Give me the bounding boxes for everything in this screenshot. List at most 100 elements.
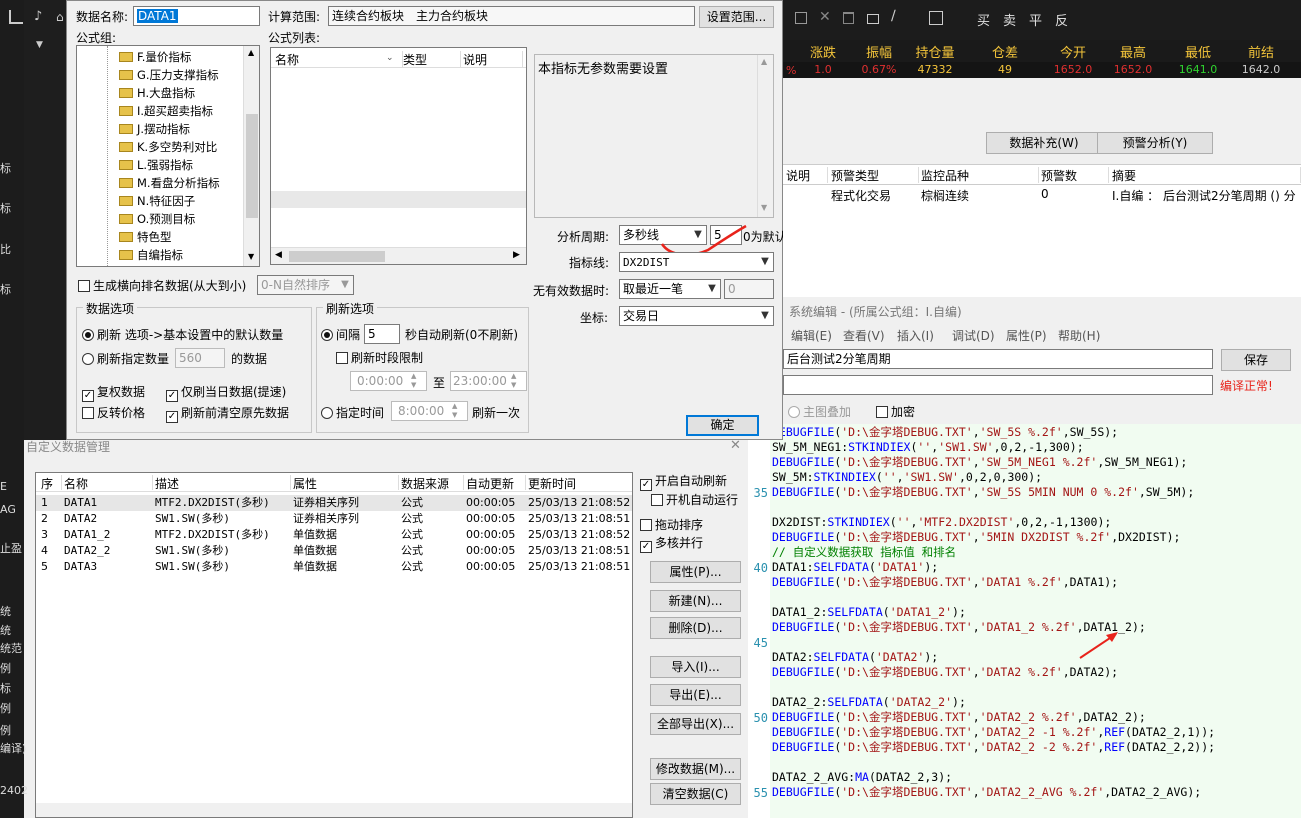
hscroll-thumb[interactable]: [289, 251, 385, 262]
bell-icon[interactable]: ♪: [34, 10, 48, 24]
radio-fixed-time[interactable]: 指定时间: [321, 404, 384, 421]
time-from-spinner-icon[interactable]: ▲ ▼: [411, 372, 416, 390]
data-table-header[interactable]: 数据来源: [399, 475, 464, 491]
radio-interval[interactable]: 间隔: [321, 326, 360, 343]
delete-button[interactable]: 删除(D)...: [650, 617, 741, 639]
tree-item[interactable]: 自编指标: [119, 246, 183, 264]
editor-menu-item[interactable]: 插入(I): [897, 327, 934, 344]
tree-scroll-thumb[interactable]: [246, 114, 258, 218]
quote-header-cell[interactable]: 最高: [1108, 42, 1158, 61]
code-line[interactable]: DEBUGFILE('D:\金字塔DEBUG.TXT','DATA2_2 %.2…: [772, 710, 1146, 725]
table-row[interactable]: 5 DATA3 SW1.SW(多秒) 单值数据 公式 00:00:05 25/03/13 2…: [36, 559, 632, 575]
quote-header-cell[interactable]: 今开: [1048, 42, 1098, 61]
quote-header-cell[interactable]: 涨跌: [798, 42, 848, 61]
radio-refresh-default[interactable]: 刷新 选项->基本设置中的默认数量: [82, 326, 283, 343]
code-line[interactable]: // 自定义数据获取 指标值 和排名: [772, 545, 956, 560]
tree-item[interactable]: F.量价指标: [119, 48, 191, 66]
close-x-icon[interactable]: ✕: [819, 9, 831, 25]
data-manager-close-icon[interactable]: ✕: [730, 438, 741, 453]
tree-scrollbar[interactable]: ▲ ▼: [243, 46, 259, 266]
param-scroll-up-icon[interactable]: ▲: [761, 57, 767, 66]
chart-icon[interactable]: [9, 10, 23, 24]
code-line[interactable]: DEBUGFILE('D:\金字塔DEBUG.TXT','5MIN DX2DIS…: [772, 530, 1180, 545]
restore-checkbox[interactable]: ✓ 复权数据: [82, 383, 145, 402]
code-line[interactable]: DEBUGFILE('D:\金字塔DEBUG.TXT','SW_5S %.2f'…: [772, 425, 1118, 440]
interval-input[interactable]: 5: [364, 324, 400, 344]
code-line[interactable]: DATA1:SELFDATA('DATA1');: [772, 560, 938, 575]
alert-header-cell[interactable]: 预警数: [1041, 167, 1109, 183]
auto-run-checkbox[interactable]: 开机自动运行: [651, 491, 738, 508]
code-line[interactable]: DATA2_2:SELFDATA('DATA2_2');: [772, 695, 966, 710]
pen-icon[interactable]: ∕: [891, 8, 896, 24]
new-button[interactable]: 新建(N)...: [650, 590, 741, 612]
formula-list-header[interactable]: 类型: [403, 51, 461, 67]
code-line[interactable]: DEBUGFILE('D:\金字塔DEBUG.TXT','DATA2_2 -1 …: [772, 725, 1215, 740]
data-table-header[interactable]: 自动更新: [464, 475, 526, 491]
toolbar-btn-reverse[interactable]: 反: [1055, 10, 1068, 29]
code-line[interactable]: DATA1_2:SELFDATA('DATA1_2');: [772, 605, 966, 620]
formula-list-header[interactable]: 名称: [275, 51, 403, 67]
code-line[interactable]: DEBUGFILE('D:\金字塔DEBUG.TXT','DATA2_2 -2 …: [772, 740, 1215, 755]
modify-data-button[interactable]: 修改数据(M)...: [650, 758, 741, 780]
data-table-header[interactable]: 更新时间: [526, 475, 632, 491]
refresh-count-input[interactable]: 560: [175, 348, 225, 368]
indicator-select[interactable]: DX2DIST ▼: [619, 252, 774, 272]
formula-param-input[interactable]: [783, 375, 1213, 395]
ok-button[interactable]: 确定: [686, 415, 759, 436]
tree-item[interactable]: L.强弱指标: [119, 156, 193, 174]
tree-scroll-up-icon[interactable]: ▲: [248, 48, 254, 57]
tree-item[interactable]: N.特征因子: [119, 192, 195, 210]
formula-list-hscroll[interactable]: ◀ ▶: [271, 247, 526, 264]
axis-select[interactable]: 交易日 ▼: [619, 306, 774, 326]
alert-header-cell[interactable]: 监控品种: [921, 167, 1039, 183]
tree-scroll-down-icon[interactable]: ▼: [248, 252, 254, 261]
code-line[interactable]: DATA2:SELFDATA('DATA2');: [772, 650, 938, 665]
code-line[interactable]: DEBUGFILE('D:\金字塔DEBUG.TXT','DATA1 %.2f'…: [772, 575, 1118, 590]
auto-refresh-checkbox[interactable]: ✓ 开启自动刷新: [640, 472, 727, 491]
tree-item[interactable]: 特色型: [119, 228, 172, 246]
multicore-checkbox[interactable]: ✓ 多核并行: [640, 534, 703, 553]
quote-header-cell[interactable]: 仓差: [980, 42, 1030, 61]
data-table-header[interactable]: 名称: [62, 475, 153, 491]
tree-item[interactable]: I.超买超卖指标: [119, 102, 213, 120]
data-table-header[interactable]: 序: [39, 475, 62, 491]
tree-item[interactable]: J.摆动指标: [119, 120, 190, 138]
fixed-time-spinner-icon[interactable]: ▲ ▼: [452, 402, 457, 420]
toolbar-btn-close[interactable]: 平: [1029, 10, 1042, 29]
alert-analysis-button[interactable]: 预警分析(Y): [1097, 132, 1213, 154]
table-row[interactable]: 2 DATA2 SW1.SW(多秒) 证券相关序列 公式 00:00:05 25/03/13…: [36, 511, 632, 527]
quote-header-cell[interactable]: 最低: [1173, 42, 1223, 61]
save-button[interactable]: 保存: [1221, 349, 1291, 371]
time-limit-checkbox[interactable]: 刷新时段限制: [336, 349, 423, 366]
export-button[interactable]: 导出(E)...: [650, 684, 741, 706]
today-only-checkbox[interactable]: ✓ 仅刷当日数据(提速): [166, 383, 286, 402]
hscroll-right-icon[interactable]: ▶: [513, 250, 520, 260]
clear-data-button[interactable]: 清空数据(C): [650, 783, 741, 805]
lock-icon[interactable]: [867, 14, 879, 24]
formula-group-tree[interactable]: F.量价指标 G.压力支撑指标 H.大盘指标 I.超买超卖指标 J.摆动指标 K.多空势利…: [76, 45, 260, 267]
import-button[interactable]: 导入(I)...: [650, 656, 741, 678]
alert-header-cell[interactable]: 摘要: [1112, 167, 1301, 183]
clear-before-checkbox[interactable]: ✓ 刷新前清空原先数据: [166, 404, 289, 423]
code-line[interactable]: DEBUGFILE('D:\金字塔DEBUG.TXT','DATA2_2_AVG…: [772, 785, 1201, 800]
trash-icon[interactable]: [843, 12, 854, 24]
code-line[interactable]: SW_5M_NEG1:STKINDIEX('','SW1.SW',0,2,-1,…: [772, 440, 1084, 455]
encrypt-checkbox[interactable]: 加密: [876, 403, 915, 420]
table-row[interactable]: 1 DATA1 MTF2.DX2DIST(多秒) 证券相关序列 公式 00:00:05 25…: [36, 495, 632, 511]
main-overlay-radio[interactable]: 主图叠加: [788, 403, 851, 420]
table-row[interactable]: 3 DATA1_2 MTF2.DX2DIST(多秒) 单值数据 公式 00:00:05 25…: [36, 527, 632, 543]
formula-list[interactable]: 名称类型说明⌄ 顾比止损止盈主图叠加成交性质副图测试ZIGZAG主图叠加TRIA…: [270, 47, 527, 265]
save-disk-icon[interactable]: [929, 11, 943, 25]
rank-order-select[interactable]: 0-N自然排序 ▼: [257, 275, 354, 295]
data-fill-button[interactable]: 数据补充(W): [986, 132, 1102, 154]
chevron-down-icon[interactable]: ▼: [36, 40, 43, 50]
code-line[interactable]: DEBUGFILE('D:\金字塔DEBUG.TXT','SW_5M_NEG1 …: [772, 455, 1187, 470]
code-line[interactable]: DEBUGFILE('D:\金字塔DEBUG.TXT','SW_5S 5MIN …: [772, 485, 1194, 500]
gen-rank-checkbox[interactable]: 生成横向排名数据(从大到小): [78, 277, 246, 294]
toolbar-btn-sell[interactable]: 卖: [1003, 10, 1016, 29]
properties-button[interactable]: 属性(P)...: [650, 561, 741, 583]
formula-list-header[interactable]: 说明: [463, 51, 523, 67]
alert-header-cell[interactable]: 预警类型: [831, 167, 919, 183]
param-scrollbar[interactable]: ▲ ▼: [757, 55, 773, 217]
no-data-number-input[interactable]: 0: [724, 279, 774, 299]
